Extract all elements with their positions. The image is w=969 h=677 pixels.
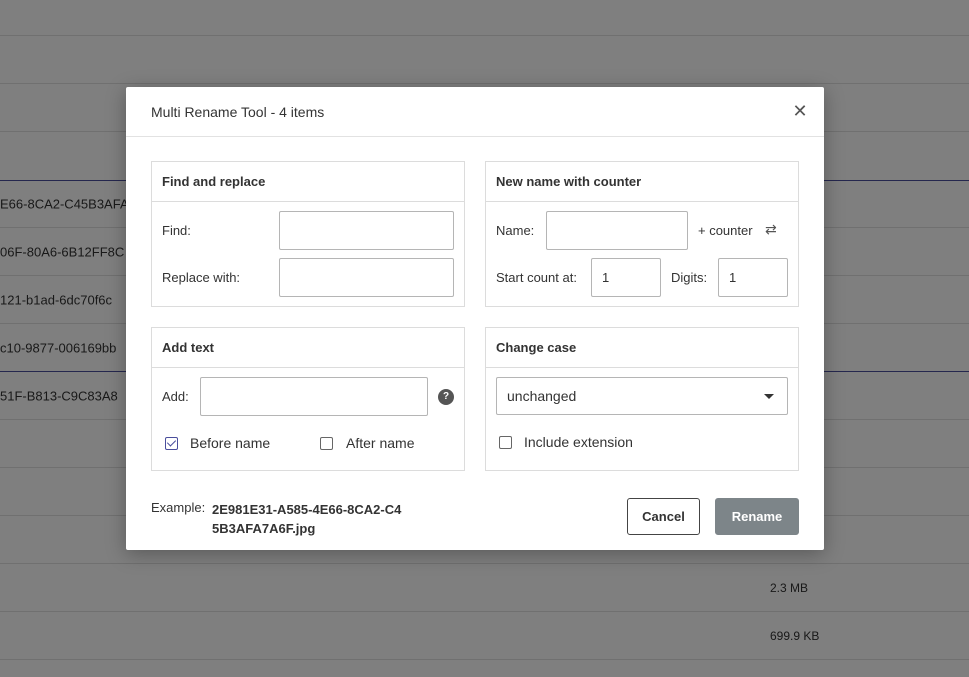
find-input[interactable]	[279, 211, 454, 250]
chevron-down-icon	[764, 394, 774, 399]
include-extension-label[interactable]: Include extension	[524, 434, 633, 450]
counter-heading: New name with counter	[486, 162, 798, 202]
before-name-label[interactable]: Before name	[190, 435, 270, 451]
rename-button[interactable]: Rename	[715, 498, 799, 535]
dialog-title: Multi Rename Tool - 4 items	[151, 104, 325, 120]
add-label: Add:	[162, 389, 189, 404]
case-select-value: unchanged	[507, 388, 577, 404]
find-replace-panel: Find and replace Find: Replace with:	[151, 161, 465, 307]
multi-rename-dialog: Multi Rename Tool - 4 items ✕ Find and r…	[126, 87, 824, 550]
help-icon[interactable]: ?	[438, 389, 454, 405]
find-label: Find:	[162, 223, 191, 238]
case-select[interactable]: unchanged	[496, 377, 788, 415]
add-text-heading: Add text	[152, 328, 464, 368]
swap-icon[interactable]: ⇄	[765, 221, 777, 238]
add-text-input[interactable]	[200, 377, 428, 416]
example-label: Example:	[151, 500, 206, 515]
close-icon[interactable]: ✕	[790, 101, 810, 121]
start-count-input[interactable]	[591, 258, 661, 297]
after-name-label[interactable]: After name	[346, 435, 414, 451]
cancel-button[interactable]: Cancel	[627, 498, 700, 535]
change-case-heading: Change case	[486, 328, 798, 368]
name-label: Name:	[496, 223, 535, 238]
counter-label: + counter	[698, 223, 753, 238]
replace-input[interactable]	[279, 258, 454, 297]
change-case-panel: Change case unchanged Include extension	[485, 327, 799, 471]
replace-label: Replace with:	[162, 270, 241, 285]
name-input[interactable]	[546, 211, 688, 250]
find-replace-heading: Find and replace	[152, 162, 464, 202]
example-value: 2E981E31-A585-4E66-8CA2-C45B3AFA7A6F.jpg	[212, 502, 402, 536]
dialog-header: Multi Rename Tool - 4 items ✕	[126, 87, 824, 137]
after-name-checkbox[interactable]	[320, 437, 333, 450]
include-extension-checkbox[interactable]	[499, 436, 512, 449]
add-text-panel: Add text Add: ? Before name After name	[151, 327, 465, 471]
digits-input[interactable]	[718, 258, 788, 297]
before-name-checkbox[interactable]	[165, 437, 178, 450]
digits-label: Digits:	[671, 270, 708, 285]
counter-panel: New name with counter Name: + counter ⇄ …	[485, 161, 799, 307]
start-count-label: Start count at:	[496, 270, 577, 285]
